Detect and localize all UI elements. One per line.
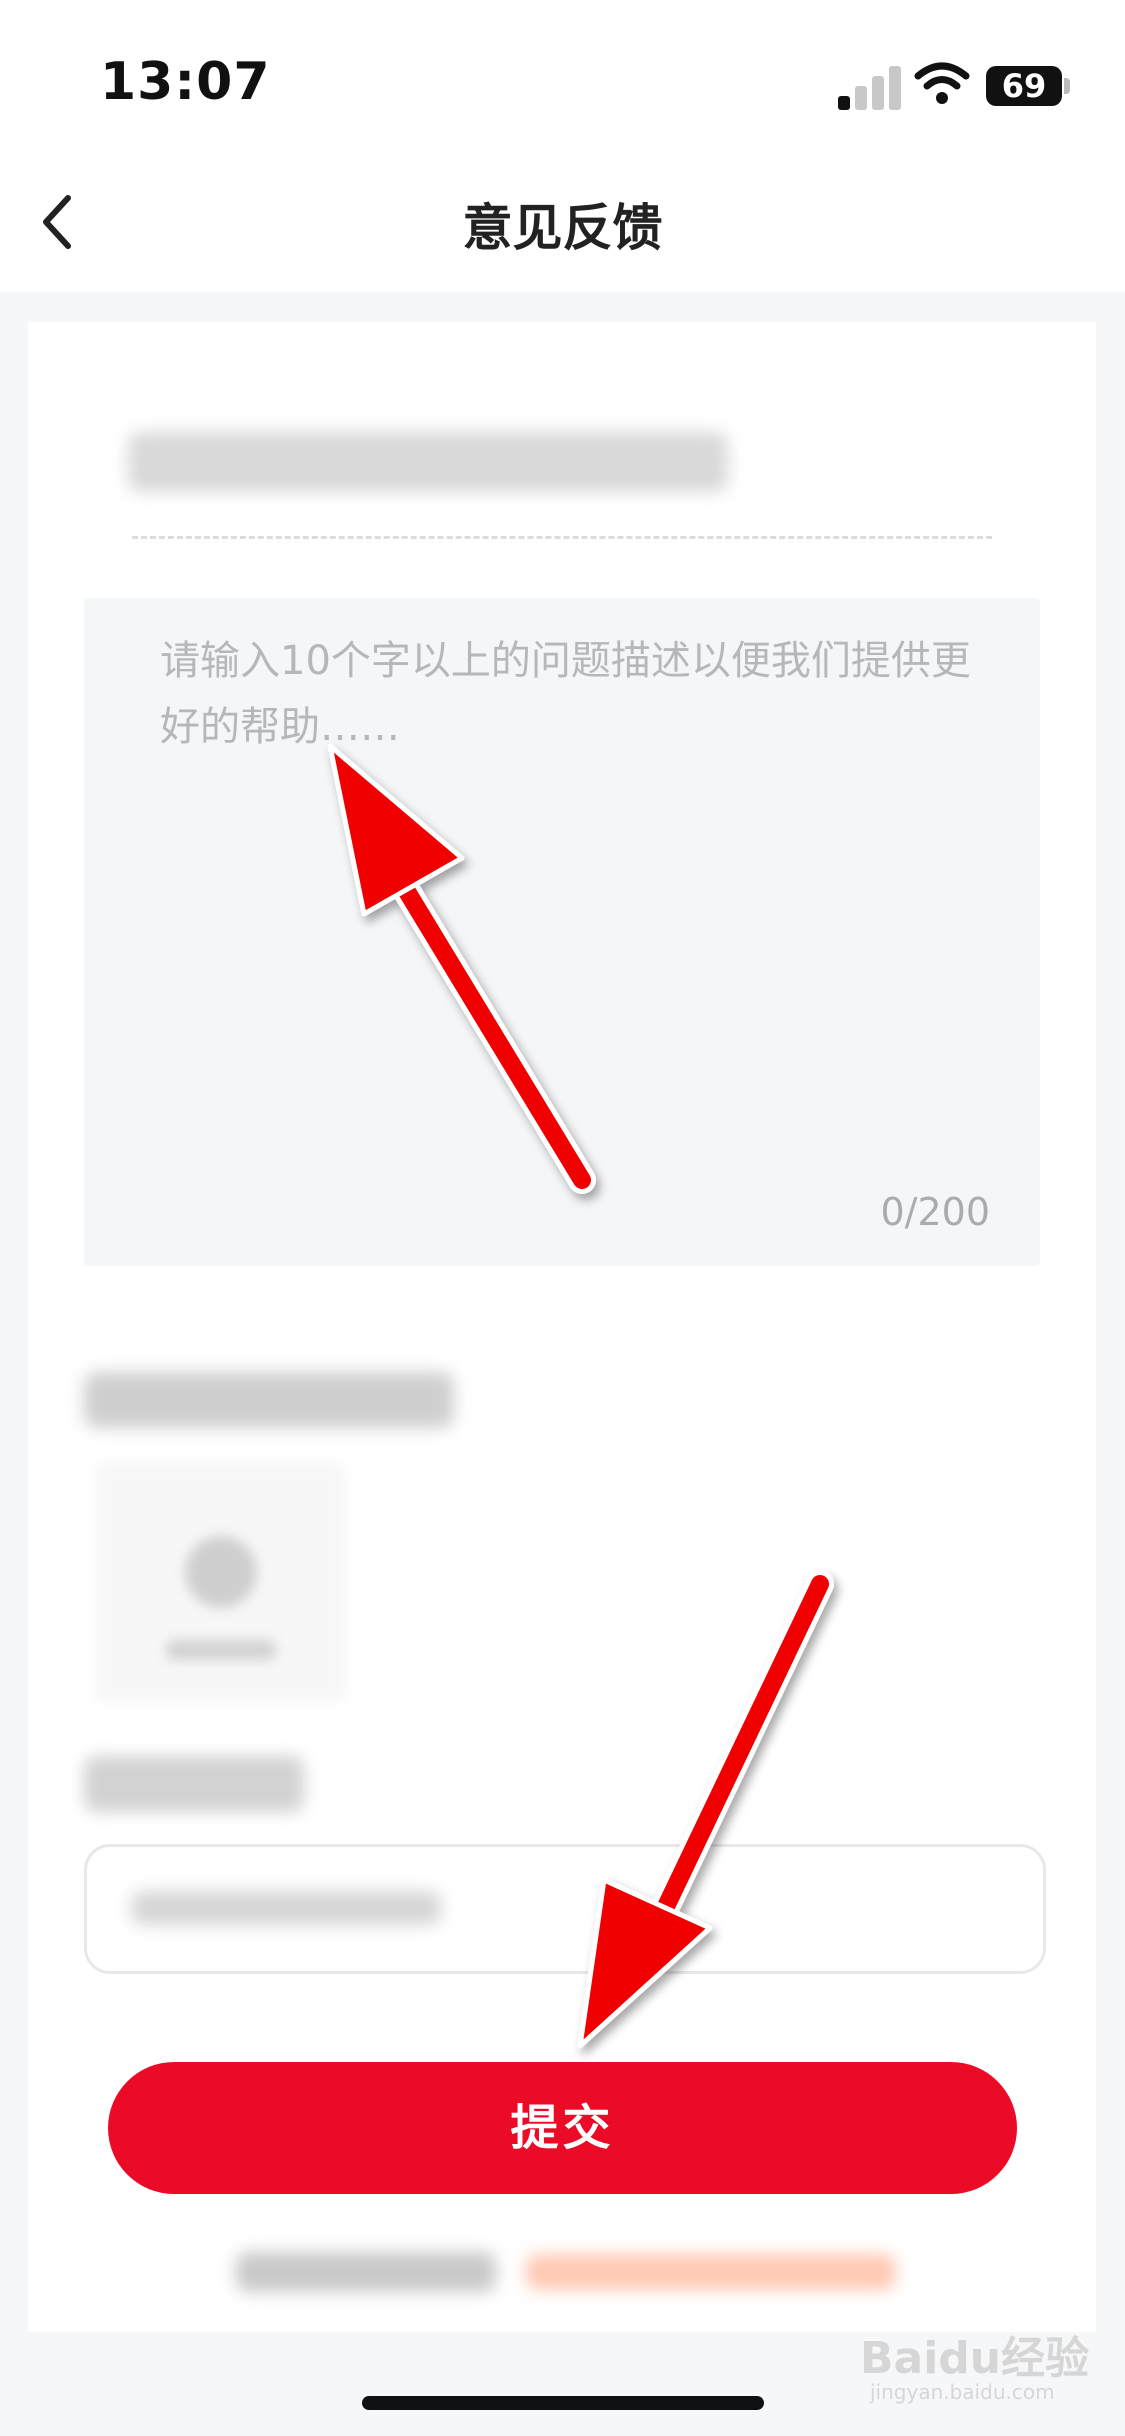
- divider: [132, 536, 992, 539]
- image-upload-box[interactable]: [96, 1462, 346, 1702]
- baidu-watermark: Baidu经验 jingyan.baidu.com: [860, 2322, 1089, 2404]
- feedback-card: 请输入10个字以上的问题描述以便我们提供更好的帮助…… 0/200: [28, 322, 1096, 2332]
- upload-label-blurred: [84, 1372, 454, 1428]
- contact-label-blurred: [84, 1756, 304, 1812]
- footer-note-blurred[interactable]: [236, 2240, 896, 2300]
- char-counter: 0/200: [880, 1190, 990, 1234]
- watermark-brand: Baidu经验: [860, 2333, 1090, 2384]
- nav-bar: 意见反馈: [0, 150, 1125, 292]
- submit-button[interactable]: 提交: [108, 2062, 1017, 2194]
- status-time: 13:07: [100, 52, 271, 112]
- status-bar: 13:07 69: [0, 0, 1125, 150]
- page-title: 意见反馈: [462, 199, 663, 257]
- home-indicator[interactable]: [362, 2396, 764, 2410]
- contact-placeholder-blurred: [131, 1891, 441, 1925]
- battery-tip: [1064, 78, 1070, 94]
- wifi-icon: [914, 62, 970, 104]
- feedback-category-blurred[interactable]: [128, 432, 728, 492]
- cellular-signal-icon: [838, 64, 902, 110]
- camera-icon: [166, 1536, 276, 1660]
- feedback-textarea[interactable]: 请输入10个字以上的问题描述以便我们提供更好的帮助…… 0/200: [84, 598, 1040, 1266]
- battery-icon: 69: [986, 66, 1062, 106]
- feedback-placeholder: 请输入10个字以上的问题描述以便我们提供更好的帮助……: [160, 638, 971, 750]
- contact-input[interactable]: [84, 1844, 1046, 1974]
